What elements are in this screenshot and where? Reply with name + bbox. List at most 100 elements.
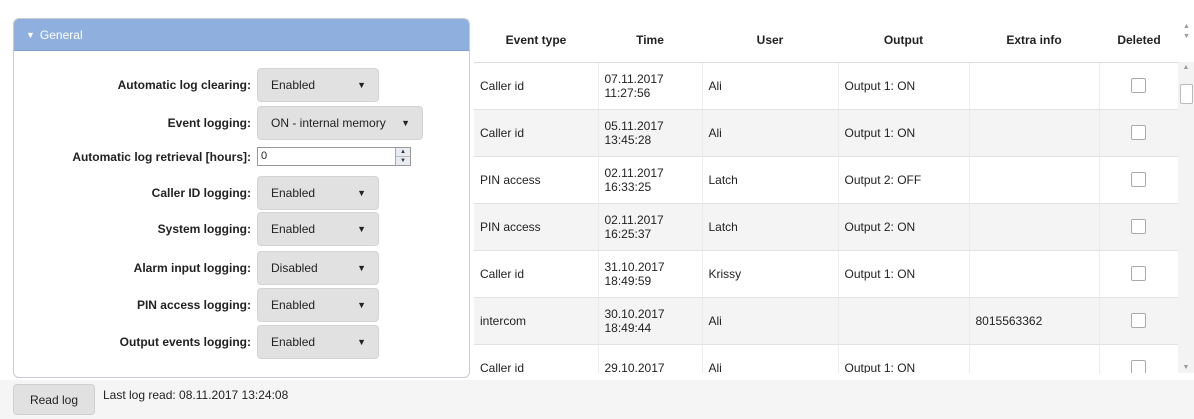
cell-date: 30.10.2017 bbox=[604, 306, 665, 321]
cell-date: 02.11.2017 bbox=[604, 212, 664, 227]
stepper-down-icon[interactable]: ▼ bbox=[396, 157, 410, 165]
auto-log-clearing-select[interactable]: Enabled ▼ bbox=[257, 68, 379, 102]
cell-clock: 11:27:56 bbox=[604, 85, 651, 100]
cell-user: Latch bbox=[702, 203, 839, 251]
setting-label: PIN access logging: bbox=[136, 298, 251, 312]
scrollbar-thumb[interactable] bbox=[1180, 84, 1193, 104]
column-header-deleted[interactable]: Deleted bbox=[1099, 18, 1179, 63]
scroll-down-icon[interactable]: ▼ bbox=[1178, 364, 1194, 371]
event-logging-select[interactable]: ON - internal memory ▼ bbox=[257, 106, 423, 140]
select-value: ON - internal memory bbox=[271, 116, 386, 130]
setting-row-alarm-input-logging: Alarm input logging: Disabled ▼ bbox=[14, 251, 469, 285]
dropdown-arrow-icon: ▼ bbox=[357, 188, 366, 198]
setting-label: Alarm input logging: bbox=[133, 261, 251, 275]
cell-time: 02.11.2017 16:25:37 bbox=[598, 203, 703, 251]
table-row[interactable]: PIN access 02.11.2017 16:25:37 Latch Outp… bbox=[474, 203, 1179, 251]
pin-access-logging-select[interactable]: Enabled ▼ bbox=[257, 288, 379, 322]
dropdown-arrow-icon: ▼ bbox=[357, 300, 366, 310]
table-row[interactable]: Caller id 29.10.2017 Ali Output 1: ON bbox=[474, 344, 1179, 373]
cell-deleted bbox=[1099, 250, 1179, 298]
system-logging-select[interactable]: Enabled ▼ bbox=[257, 212, 379, 246]
header-scrollbar[interactable]: ▲ ▼ bbox=[1179, 22, 1194, 42]
dropdown-arrow-icon: ▼ bbox=[401, 118, 410, 128]
setting-row-system-logging: System logging: Enabled ▼ bbox=[14, 212, 469, 246]
deleted-checkbox[interactable] bbox=[1131, 219, 1147, 235]
dropdown-arrow-icon: ▼ bbox=[357, 263, 366, 273]
table-row[interactable]: PIN access 02.11.2017 16:33:25 Latch Outp… bbox=[474, 156, 1179, 204]
footer-bar: Read log Last log read: 08.11.2017 13:24… bbox=[0, 380, 1194, 419]
header-scroll-down-icon[interactable]: ▼ bbox=[1179, 32, 1194, 42]
column-header-output[interactable]: Output bbox=[838, 18, 969, 63]
caller-id-logging-select[interactable]: Enabled ▼ bbox=[257, 176, 379, 210]
table-row[interactable]: Caller id 31.10.2017 18:49:59 Krissy Outp… bbox=[474, 250, 1179, 298]
setting-label: Automatic log retrieval [hours]: bbox=[72, 150, 251, 164]
read-log-button[interactable]: Read log bbox=[13, 384, 95, 415]
header-scroll-up-icon[interactable]: ▲ bbox=[1179, 22, 1194, 32]
setting-label: Automatic log clearing: bbox=[117, 78, 251, 92]
column-header-time[interactable]: Time bbox=[598, 18, 702, 63]
alarm-input-logging-select[interactable]: Disabled ▼ bbox=[257, 251, 379, 285]
cell-time: 29.10.2017 bbox=[598, 344, 703, 373]
select-value: Enabled bbox=[271, 186, 316, 200]
cell-output: Output 1: ON bbox=[838, 109, 970, 157]
cell-extra-info bbox=[969, 109, 1100, 157]
deleted-checkbox[interactable] bbox=[1131, 125, 1147, 141]
event-log-table-container: Event type Time User Output Extra info D… bbox=[474, 18, 1194, 373]
deleted-checkbox[interactable] bbox=[1131, 313, 1147, 329]
last-log-read-text: Last log read: 08.11.2017 13:24:08 bbox=[103, 388, 289, 402]
table-vertical-scrollbar[interactable]: ▲ ▼ bbox=[1178, 62, 1194, 373]
setting-label: Event logging: bbox=[167, 116, 251, 130]
select-value: Enabled bbox=[271, 335, 316, 349]
dropdown-arrow-icon: ▼ bbox=[357, 224, 366, 234]
cell-time: 07.11.2017 11:27:56 bbox=[598, 62, 703, 110]
deleted-checkbox[interactable] bbox=[1131, 78, 1147, 94]
cell-output: Output 2: ON bbox=[838, 203, 970, 251]
cell-extra-info bbox=[969, 344, 1100, 373]
column-header-user[interactable]: User bbox=[702, 18, 838, 63]
deleted-checkbox[interactable] bbox=[1131, 360, 1147, 373]
scroll-up-icon[interactable]: ▲ bbox=[1178, 64, 1194, 71]
cell-user: Krissy bbox=[702, 250, 839, 298]
deleted-checkbox[interactable] bbox=[1131, 266, 1147, 282]
table-header-row: Event type Time User Output Extra info D… bbox=[474, 18, 1179, 63]
setting-row-pin-access-logging: PIN access logging: Enabled ▼ bbox=[14, 288, 469, 322]
cell-output: Output 1: ON bbox=[838, 62, 970, 110]
cell-event-type: PIN access bbox=[474, 156, 599, 204]
event-log-table: Event type Time User Output Extra info D… bbox=[474, 18, 1179, 373]
cell-event-type: PIN access bbox=[474, 203, 599, 251]
select-value: Disabled bbox=[271, 261, 318, 275]
cell-deleted bbox=[1099, 109, 1179, 157]
stepper-value[interactable]: 0 bbox=[258, 148, 395, 165]
setting-row-caller-id-logging: Caller ID logging: Enabled ▼ bbox=[14, 176, 469, 210]
setting-label: Caller ID logging: bbox=[151, 186, 251, 200]
collapse-triangle-icon: ▼ bbox=[26, 29, 35, 40]
cell-date: 07.11.2017 bbox=[604, 71, 664, 86]
cell-event-type: Caller id bbox=[474, 250, 599, 298]
setting-label: System logging: bbox=[157, 222, 251, 236]
cell-date: 05.11.2017 bbox=[604, 118, 664, 133]
dropdown-arrow-icon: ▼ bbox=[357, 80, 366, 90]
cell-user: Ali bbox=[702, 344, 839, 373]
setting-row-auto-log-retrieval: Automatic log retrieval [hours]: 0 ▲ ▼ bbox=[14, 145, 469, 169]
stepper-up-icon[interactable]: ▲ bbox=[396, 148, 410, 157]
table-row[interactable]: intercom 30.10.2017 18:49:44 Ali 80155633… bbox=[474, 297, 1179, 345]
cell-event-type: Caller id bbox=[474, 109, 599, 157]
cell-deleted bbox=[1099, 203, 1179, 251]
general-section-header[interactable]: ▼ General bbox=[14, 19, 469, 51]
column-header-extra-info[interactable]: Extra info bbox=[969, 18, 1099, 63]
cell-event-type: Caller id bbox=[474, 62, 599, 110]
auto-log-retrieval-stepper[interactable]: 0 ▲ ▼ bbox=[257, 147, 411, 166]
cell-deleted bbox=[1099, 62, 1179, 110]
cell-user: Ali bbox=[702, 62, 839, 110]
deleted-checkbox[interactable] bbox=[1131, 172, 1147, 188]
output-events-logging-select[interactable]: Enabled ▼ bbox=[257, 325, 379, 359]
cell-deleted bbox=[1099, 156, 1179, 204]
table-row[interactable]: Caller id 07.11.2017 11:27:56 Ali Output … bbox=[474, 62, 1179, 110]
table-row[interactable]: Caller id 05.11.2017 13:45:28 Ali Output … bbox=[474, 109, 1179, 157]
cell-extra-info bbox=[969, 203, 1100, 251]
cell-date: 02.11.2017 bbox=[604, 165, 664, 180]
cell-time: 30.10.2017 18:49:44 bbox=[598, 297, 703, 345]
general-settings-panel: ▼ General Automatic log clearing: Enable… bbox=[13, 18, 470, 378]
column-header-event-type[interactable]: Event type bbox=[474, 18, 598, 63]
setting-label: Output events logging: bbox=[119, 335, 251, 349]
